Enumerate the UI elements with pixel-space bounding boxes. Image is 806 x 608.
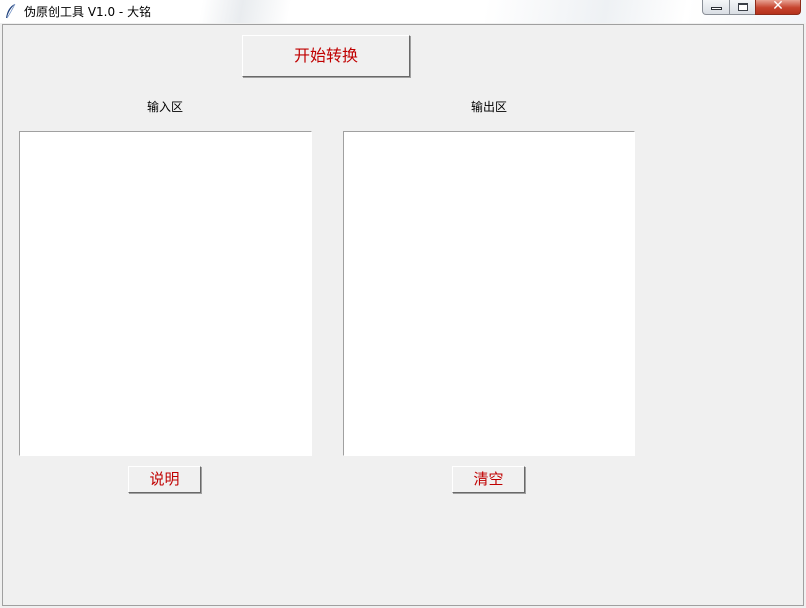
close-icon: ✕	[772, 0, 784, 14]
help-button[interactable]: 说明	[128, 466, 201, 493]
app-window: 伪原创工具 V1.0 - 大铭 ✕ 开始转换 输入区 输出区 说明 清空	[0, 0, 806, 608]
close-button[interactable]: ✕	[755, 0, 801, 15]
start-convert-button[interactable]: 开始转换	[242, 35, 410, 77]
input-area-label: 输入区	[147, 100, 184, 114]
minimize-icon	[711, 7, 722, 10]
minimize-button[interactable]	[702, 0, 730, 15]
maximize-icon	[738, 3, 748, 11]
output-textarea[interactable]	[343, 131, 635, 456]
title-bar[interactable]: 伪原创工具 V1.0 - 大铭 ✕	[0, 0, 806, 23]
input-textarea[interactable]	[19, 131, 312, 456]
window-title: 伪原创工具 V1.0 - 大铭	[24, 5, 152, 19]
clear-button[interactable]: 清空	[452, 466, 525, 493]
feather-icon	[4, 3, 18, 19]
maximize-button[interactable]	[729, 0, 756, 15]
output-area-label: 输出区	[471, 100, 508, 114]
